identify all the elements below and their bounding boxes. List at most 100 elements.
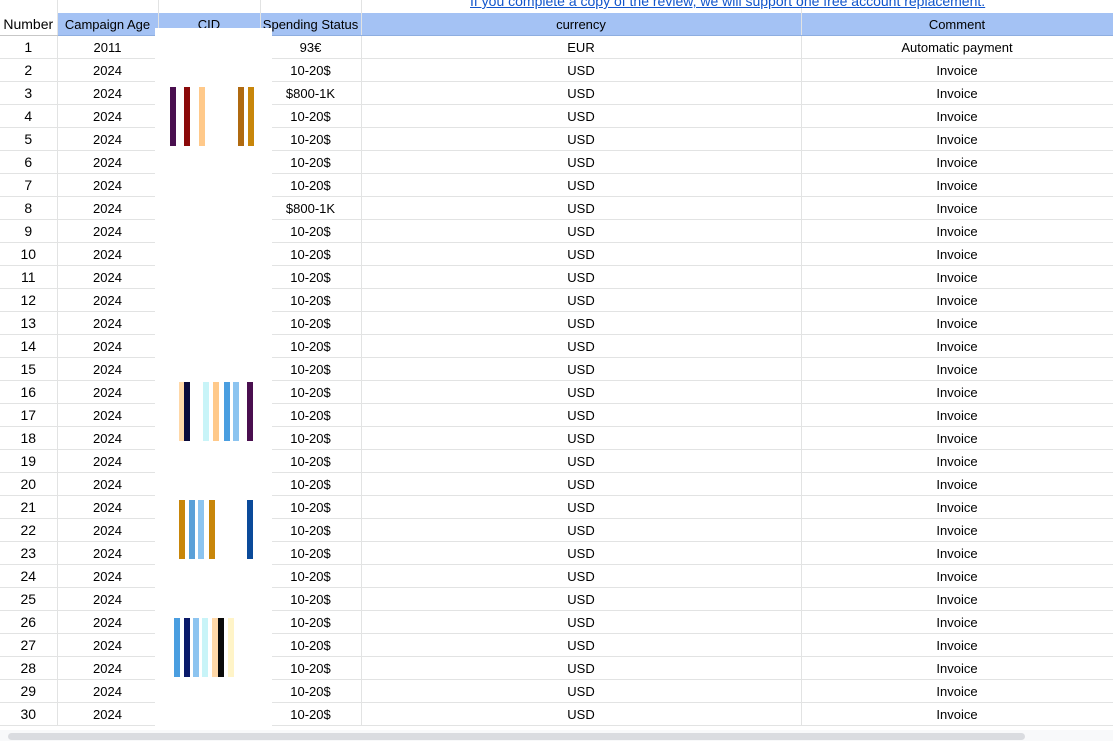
cell-number[interactable]: 24: [0, 564, 58, 588]
header-campaign-age[interactable]: Campaign Age: [57, 13, 159, 36]
cell-spending-status[interactable]: 10-20$: [260, 541, 362, 565]
cell-campaign-age[interactable]: 2024: [57, 541, 159, 565]
cell-campaign-age[interactable]: 2024: [57, 495, 159, 519]
cell-campaign-age[interactable]: 2024: [57, 173, 159, 197]
cell-spending-status[interactable]: 93€: [260, 35, 362, 59]
cell-campaign-age[interactable]: 2024: [57, 127, 159, 151]
cell-campaign-age[interactable]: 2024: [57, 656, 159, 680]
cell-currency[interactable]: USD: [361, 58, 802, 82]
cell-comment[interactable]: Invoice: [801, 242, 1113, 266]
cell-number[interactable]: 21: [0, 495, 58, 519]
cell-spending-status[interactable]: 10-20$: [260, 518, 362, 542]
cell-spending-status[interactable]: 10-20$: [260, 265, 362, 289]
cell-currency[interactable]: EUR: [361, 35, 802, 59]
cell-number[interactable]: 1: [0, 35, 58, 59]
cell-campaign-age[interactable]: 2024: [57, 288, 159, 312]
cell-comment[interactable]: Invoice: [801, 58, 1113, 82]
cell-currency[interactable]: USD: [361, 127, 802, 151]
cell-number[interactable]: 27: [0, 633, 58, 657]
cell-number[interactable]: 19: [0, 449, 58, 473]
cell-comment[interactable]: Invoice: [801, 495, 1113, 519]
cell-number[interactable]: 11: [0, 265, 58, 289]
cell-currency[interactable]: USD: [361, 288, 802, 312]
cell-currency[interactable]: USD: [361, 196, 802, 220]
cell-currency[interactable]: USD: [361, 587, 802, 611]
cell-campaign-age[interactable]: 2024: [57, 610, 159, 634]
cell-campaign-age[interactable]: 2024: [57, 334, 159, 358]
cell-campaign-age[interactable]: 2024: [57, 104, 159, 128]
cell-number[interactable]: 9: [0, 219, 58, 243]
cell-campaign-age[interactable]: 2024: [57, 58, 159, 82]
cell-campaign-age[interactable]: 2024: [57, 449, 159, 473]
cell-comment[interactable]: Invoice: [801, 357, 1113, 381]
cell-currency[interactable]: USD: [361, 150, 802, 174]
cell-comment[interactable]: Invoice: [801, 104, 1113, 128]
cell-currency[interactable]: USD: [361, 610, 802, 634]
cell-campaign-age[interactable]: 2024: [57, 472, 159, 496]
cell-comment[interactable]: Invoice: [801, 541, 1113, 565]
cell-campaign-age[interactable]: 2024: [57, 380, 159, 404]
cell-comment[interactable]: Invoice: [801, 334, 1113, 358]
cell-currency[interactable]: USD: [361, 679, 802, 703]
cell-campaign-age[interactable]: 2024: [57, 426, 159, 450]
cell-spending-status[interactable]: 10-20$: [260, 150, 362, 174]
cell-number[interactable]: 29: [0, 679, 58, 703]
cell-comment[interactable]: Invoice: [801, 288, 1113, 312]
cell-spending-status[interactable]: 10-20$: [260, 495, 362, 519]
cell-comment[interactable]: Invoice: [801, 426, 1113, 450]
cell-currency[interactable]: USD: [361, 564, 802, 588]
cell-currency[interactable]: USD: [361, 380, 802, 404]
cell-spending-status[interactable]: 10-20$: [260, 127, 362, 151]
cell-spending-status[interactable]: $800-1K: [260, 196, 362, 220]
cell-spending-status[interactable]: 10-20$: [260, 426, 362, 450]
cell-campaign-age[interactable]: 2024: [57, 357, 159, 381]
cell-currency[interactable]: USD: [361, 242, 802, 266]
cell-comment[interactable]: Invoice: [801, 81, 1113, 105]
cell-comment[interactable]: Invoice: [801, 564, 1113, 588]
cell-spending-status[interactable]: 10-20$: [260, 679, 362, 703]
cell-campaign-age[interactable]: 2024: [57, 265, 159, 289]
cell-spending-status[interactable]: 10-20$: [260, 587, 362, 611]
cell-comment[interactable]: Invoice: [801, 449, 1113, 473]
cell-spending-status[interactable]: 10-20$: [260, 334, 362, 358]
cell-currency[interactable]: USD: [361, 518, 802, 542]
cell-comment[interactable]: Invoice: [801, 518, 1113, 542]
cell-number[interactable]: 22: [0, 518, 58, 542]
cell-comment[interactable]: Invoice: [801, 633, 1113, 657]
cell-spending-status[interactable]: 10-20$: [260, 173, 362, 197]
cell-campaign-age[interactable]: 2024: [57, 518, 159, 542]
cell-comment[interactable]: Automatic payment: [801, 35, 1113, 59]
header-comment[interactable]: Comment: [801, 13, 1113, 36]
cell-number[interactable]: 16: [0, 380, 58, 404]
cell-comment[interactable]: Invoice: [801, 196, 1113, 220]
cell-comment[interactable]: Invoice: [801, 587, 1113, 611]
cell-spending-status[interactable]: 10-20$: [260, 357, 362, 381]
cell-spending-status[interactable]: 10-20$: [260, 311, 362, 335]
cell-spending-status[interactable]: 10-20$: [260, 242, 362, 266]
cell-currency[interactable]: USD: [361, 173, 802, 197]
free-replacement-link[interactable]: If you complete a copy of the review, we…: [470, 0, 985, 9]
cell-campaign-age[interactable]: 2024: [57, 219, 159, 243]
cell-number[interactable]: 8: [0, 196, 58, 220]
header-number[interactable]: Number: [0, 13, 58, 36]
cell-campaign-age[interactable]: 2024: [57, 403, 159, 427]
cell-spending-status[interactable]: 10-20$: [260, 564, 362, 588]
cell-spending-status[interactable]: 10-20$: [260, 610, 362, 634]
cell-spending-status[interactable]: 10-20$: [260, 472, 362, 496]
header-currency[interactable]: currency: [361, 13, 802, 36]
cell-comment[interactable]: Invoice: [801, 173, 1113, 197]
cell-number[interactable]: 17: [0, 403, 58, 427]
cell-comment[interactable]: Invoice: [801, 311, 1113, 335]
cell-number[interactable]: 25: [0, 587, 58, 611]
cell-comment[interactable]: Invoice: [801, 656, 1113, 680]
cell-spending-status[interactable]: 10-20$: [260, 380, 362, 404]
cell-number[interactable]: 18: [0, 426, 58, 450]
cell-comment[interactable]: Invoice: [801, 472, 1113, 496]
cell-number[interactable]: 20: [0, 472, 58, 496]
cell-spending-status[interactable]: 10-20$: [260, 288, 362, 312]
cell-campaign-age[interactable]: 2024: [57, 679, 159, 703]
cell-spending-status[interactable]: 10-20$: [260, 403, 362, 427]
cell-currency[interactable]: USD: [361, 426, 802, 450]
cell-spending-status[interactable]: 10-20$: [260, 58, 362, 82]
cell-number[interactable]: 3: [0, 81, 58, 105]
